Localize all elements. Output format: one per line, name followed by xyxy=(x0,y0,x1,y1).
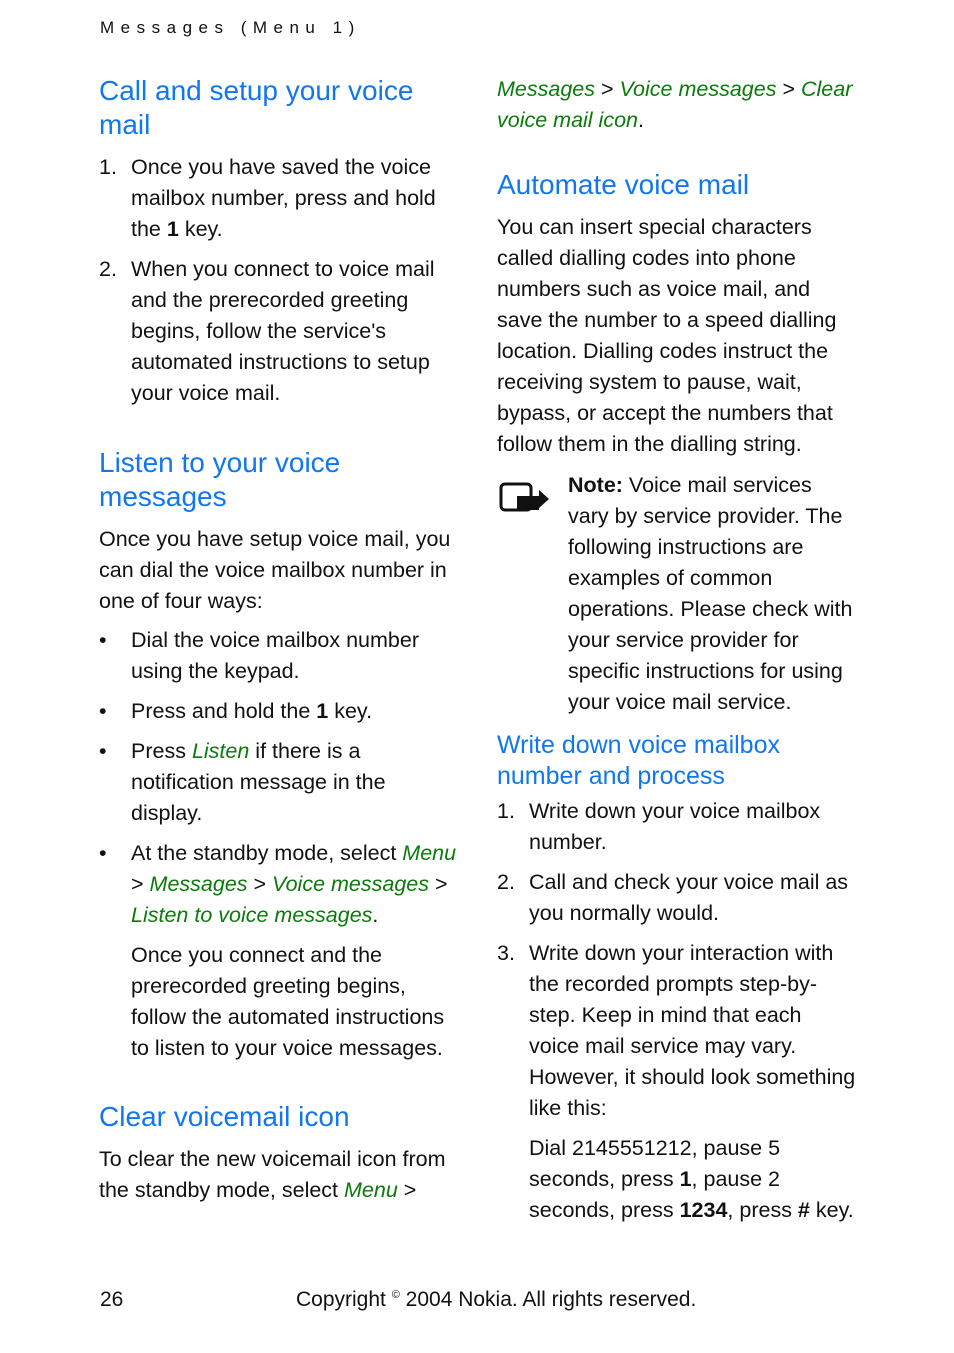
clear-path-continued: Messages > Voice messages > Clear voice … xyxy=(497,77,853,132)
right-column: Messages > Voice messages > Clear voice … xyxy=(497,74,857,1234)
menu-path-messages: Messages xyxy=(497,77,595,101)
menu-path-menu: Menu xyxy=(402,841,457,865)
list-item: 2. When you connect to voice mail and th… xyxy=(99,257,435,405)
copyright: Copyright © 2004 Nokia. All rights reser… xyxy=(296,1288,697,1311)
bullet: • xyxy=(99,699,107,723)
bullet: • xyxy=(99,628,107,652)
write-down-steps: 1. Write down your voice mailbox number. … xyxy=(497,796,857,1124)
list-item: 3. Write down your interaction with the r… xyxy=(497,941,856,1120)
note-icon xyxy=(499,482,549,512)
left-column: Call and setup your voice mail 1. Once y… xyxy=(99,74,459,1214)
note-label: Note: xyxy=(568,473,623,497)
listen-follow-text: Once you connect and the prerecorded gre… xyxy=(131,943,445,1060)
heading-automate-voice-mail: Automate voice mail xyxy=(497,169,750,200)
menu-item-listen: Listen xyxy=(191,739,250,763)
menu-path-voice-messages: Voice messages xyxy=(619,77,777,101)
clear-text: To clear the new voicemail icon from the… xyxy=(99,1147,446,1202)
heading-write-down-mailbox: Write down voice mailbox number and proc… xyxy=(497,731,780,790)
menu-path-listen: Listen to voice messages xyxy=(131,903,373,927)
page-number: 26 xyxy=(100,1288,124,1311)
list-item: • At the standby mode, select Menu > Mes… xyxy=(99,838,459,931)
list-item: 1. Write down your voice mailbox number. xyxy=(497,799,821,854)
list-item: • Press Listen if there is a notificatio… xyxy=(99,736,459,829)
menu-path-menu: Menu xyxy=(344,1178,398,1202)
menu-path-messages: Messages xyxy=(149,872,248,896)
list-item: • Press and hold the 1 key. xyxy=(99,696,459,727)
list-item: • Dial the voice mailbox number using th… xyxy=(99,625,459,687)
heading-clear-voicemail-icon: Clear voicemail icon xyxy=(99,1101,350,1132)
listen-intro: Once you have setup voice mail, you can … xyxy=(99,527,451,613)
bullet: • xyxy=(99,739,107,763)
setup-steps-list: 1. Once you have saved the voice mailbox… xyxy=(99,152,459,409)
note-box: Note: Voice mail services vary by servic… xyxy=(497,470,857,718)
list-item: 1. Once you have saved the voice mailbox… xyxy=(99,155,436,241)
list-item: 2. Call and check your voice mail as you … xyxy=(497,870,849,925)
bullet: • xyxy=(99,841,107,865)
dial-example: Dial 2145551212, pause 5 seconds, press … xyxy=(529,1136,854,1222)
heading-call-setup-voice-mail: Call and setup your voice mail xyxy=(99,75,414,140)
heading-listen-voice-messages: Listen to your voice messages xyxy=(99,447,341,512)
menu-path-voice-messages: Voice messages xyxy=(272,872,429,896)
running-head: Messages (Menu 1) xyxy=(100,18,361,37)
automate-text: You can insert special characters called… xyxy=(497,215,837,456)
listen-ways-list: • Dial the voice mailbox number using th… xyxy=(99,625,459,931)
